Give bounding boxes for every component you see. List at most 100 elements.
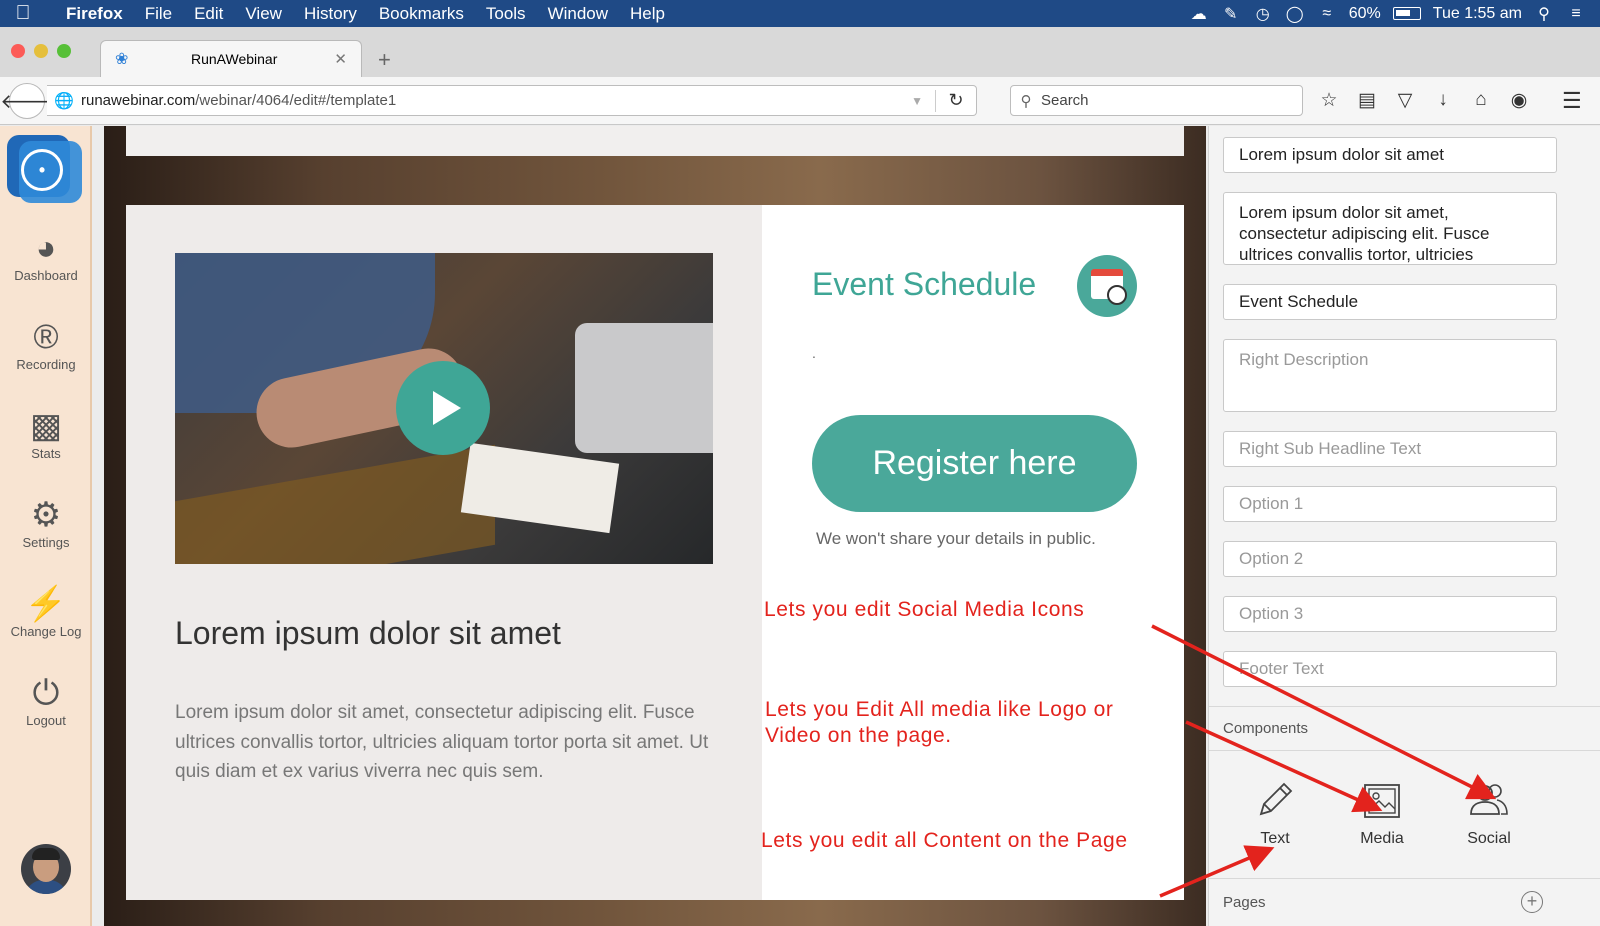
right-column: Event Schedule . Register here We won't …: [762, 205, 1184, 900]
right-description-field[interactable]: Right Description: [1223, 339, 1557, 412]
gear-icon: ⚙: [30, 496, 62, 534]
url-dropdown-icon[interactable]: ▼: [911, 94, 923, 108]
url-path: /webinar/4064/edit#/template1: [195, 92, 397, 109]
browser-tab[interactable]: ❀ RunAWebinar ✕: [100, 40, 362, 77]
stats-icon: ▩: [29, 407, 63, 445]
search-placeholder: Search: [1041, 92, 1089, 109]
avatar[interactable]: [21, 844, 71, 894]
menu-app-name[interactable]: Firefox: [46, 4, 134, 24]
menu-view[interactable]: View: [234, 4, 293, 24]
chat-icon[interactable]: ◉: [1508, 89, 1530, 112]
search-input[interactable]: ⚲ Search: [1010, 85, 1303, 116]
reload-icon[interactable]: ↻: [936, 90, 976, 111]
globe-icon: 🌐: [54, 92, 74, 110]
time-machine-icon[interactable]: ◷: [1253, 5, 1273, 23]
header-section[interactable]: [126, 126, 1184, 156]
window-minimize-button[interactable]: [34, 44, 48, 58]
sidebar-item-recording[interactable]: ® Recording: [0, 319, 92, 372]
video-laptop: [575, 323, 713, 453]
annotation-text: Lets you edit all Content on the Page: [761, 829, 1128, 852]
sidebar-item-dashboard[interactable]: ◕ Dashboard: [0, 230, 92, 283]
battery-percent: 60%: [1348, 4, 1381, 22]
shield-icon[interactable]: ◯: [1285, 5, 1305, 23]
menu-bookmarks[interactable]: Bookmarks: [368, 4, 475, 24]
window-close-button[interactable]: [11, 44, 25, 58]
option-3-field[interactable]: Option 3: [1223, 596, 1557, 632]
download-icon[interactable]: ↓: [1432, 89, 1454, 112]
component-label: Social: [1467, 830, 1511, 847]
hamburger-menu-icon[interactable]: ☰: [1562, 88, 1582, 114]
dashboard-icon: ◕: [35, 229, 57, 267]
menu-clock[interactable]: Tue 1:55 am: [1433, 5, 1522, 23]
pencil-icon: [1259, 782, 1293, 816]
video-player[interactable]: [175, 253, 713, 564]
pocket-icon[interactable]: ▽: [1394, 89, 1416, 112]
pages-header: Pages +: [1209, 878, 1600, 926]
sidebar-item-label: Stats: [31, 446, 61, 461]
sidebar-item-label: Change Log: [10, 624, 82, 639]
cloud-icon[interactable]: ☁: [1189, 5, 1209, 23]
recording-icon: ®: [33, 318, 59, 356]
tab-title: RunAWebinar: [191, 51, 278, 67]
toolbar-icons: ☆ ▤ ▽ ↓ ⌂ ◉: [1318, 89, 1530, 112]
event-schedule-title[interactable]: Event Schedule: [812, 266, 1036, 303]
component-media[interactable]: Media: [1342, 776, 1422, 848]
new-tab-button[interactable]: +: [378, 47, 391, 73]
arrow-left-icon: 🡐: [0, 90, 54, 113]
play-icon: [433, 391, 461, 425]
url-host: runawebinar.com: [81, 92, 196, 109]
menu-history[interactable]: History: [293, 4, 368, 24]
option-1-field[interactable]: Option 1: [1223, 486, 1557, 522]
add-page-icon[interactable]: +: [1521, 891, 1543, 913]
component-text[interactable]: Text: [1235, 776, 1315, 848]
tab-close-icon[interactable]: ✕: [334, 50, 347, 68]
sidebar-item-logout[interactable]: ⏻ Logout: [0, 675, 92, 728]
body-field[interactable]: Lorem ipsum dolor sit amet, consectetur …: [1223, 192, 1557, 265]
window-zoom-button[interactable]: [57, 44, 71, 58]
sidebar-item-stats[interactable]: ▩ Stats: [0, 408, 92, 461]
menu-edit[interactable]: Edit: [183, 4, 234, 24]
right-sub-headline-field[interactable]: Right Sub Headline Text: [1223, 431, 1557, 467]
annotation-social: Lets you edit Social Media Icons: [764, 598, 1085, 621]
option-2-field[interactable]: Option 2: [1223, 541, 1557, 577]
apple-menu-icon[interactable]: : [0, 2, 46, 25]
component-social[interactable]: Social: [1449, 776, 1529, 848]
sidebar-item-change-log[interactable]: ⚡ Change Log: [0, 586, 92, 639]
page-body-text[interactable]: Lorem ipsum dolor sit amet, consectetur …: [175, 698, 715, 787]
url-bar[interactable]: 🌐 runawebinar.com/webinar/4064/edit#/tem…: [47, 85, 977, 116]
evernote-icon[interactable]: ✎: [1221, 5, 1241, 23]
back-button[interactable]: 🡐: [0, 83, 54, 119]
reading-list-icon[interactable]: ▤: [1356, 89, 1378, 112]
pages-label: Pages: [1223, 894, 1266, 911]
privacy-note: We won't share your details in public.: [816, 529, 1096, 548]
broadcast-icon: •: [21, 149, 63, 191]
calendar-clock-icon: [1077, 255, 1137, 317]
headline-field[interactable]: Lorem ipsum dolor sit amet: [1223, 137, 1557, 173]
sidebar-item-label: Settings: [22, 535, 70, 550]
editor-panel: Lorem ipsum dolor sit amet Lorem ipsum d…: [1208, 126, 1600, 926]
page-headline[interactable]: Lorem ipsum dolor sit amet: [175, 615, 561, 652]
clock-face: [1107, 285, 1127, 305]
sidebar-item-label: Dashboard: [14, 268, 78, 283]
menu-tools[interactable]: Tools: [475, 4, 537, 24]
sidebar-item-settings[interactable]: ⚙ Settings: [0, 497, 92, 550]
event-title-field[interactable]: Event Schedule: [1223, 284, 1557, 320]
avatar-shirt: [25, 880, 67, 894]
home-icon[interactable]: ⌂: [1470, 89, 1492, 112]
register-button[interactable]: Register here: [812, 415, 1137, 512]
footer-text-field[interactable]: Footer Text: [1223, 651, 1557, 687]
video-desk: [175, 444, 495, 564]
menu-help[interactable]: Help: [619, 4, 676, 24]
menu-file[interactable]: File: [134, 4, 183, 24]
app-logo[interactable]: •: [7, 135, 82, 203]
components-header: Components: [1209, 706, 1600, 751]
battery-icon[interactable]: [1392, 7, 1421, 20]
notification-center-icon[interactable]: ≡: [1566, 5, 1586, 23]
play-button[interactable]: [396, 361, 490, 455]
component-label: Media: [1360, 830, 1404, 847]
spotlight-icon[interactable]: ⚲: [1534, 5, 1554, 23]
bookmark-star-icon[interactable]: ☆: [1318, 89, 1340, 112]
avatar-hair: [32, 848, 60, 860]
menu-window[interactable]: Window: [537, 4, 619, 24]
wifi-icon[interactable]: ≈: [1317, 5, 1337, 23]
